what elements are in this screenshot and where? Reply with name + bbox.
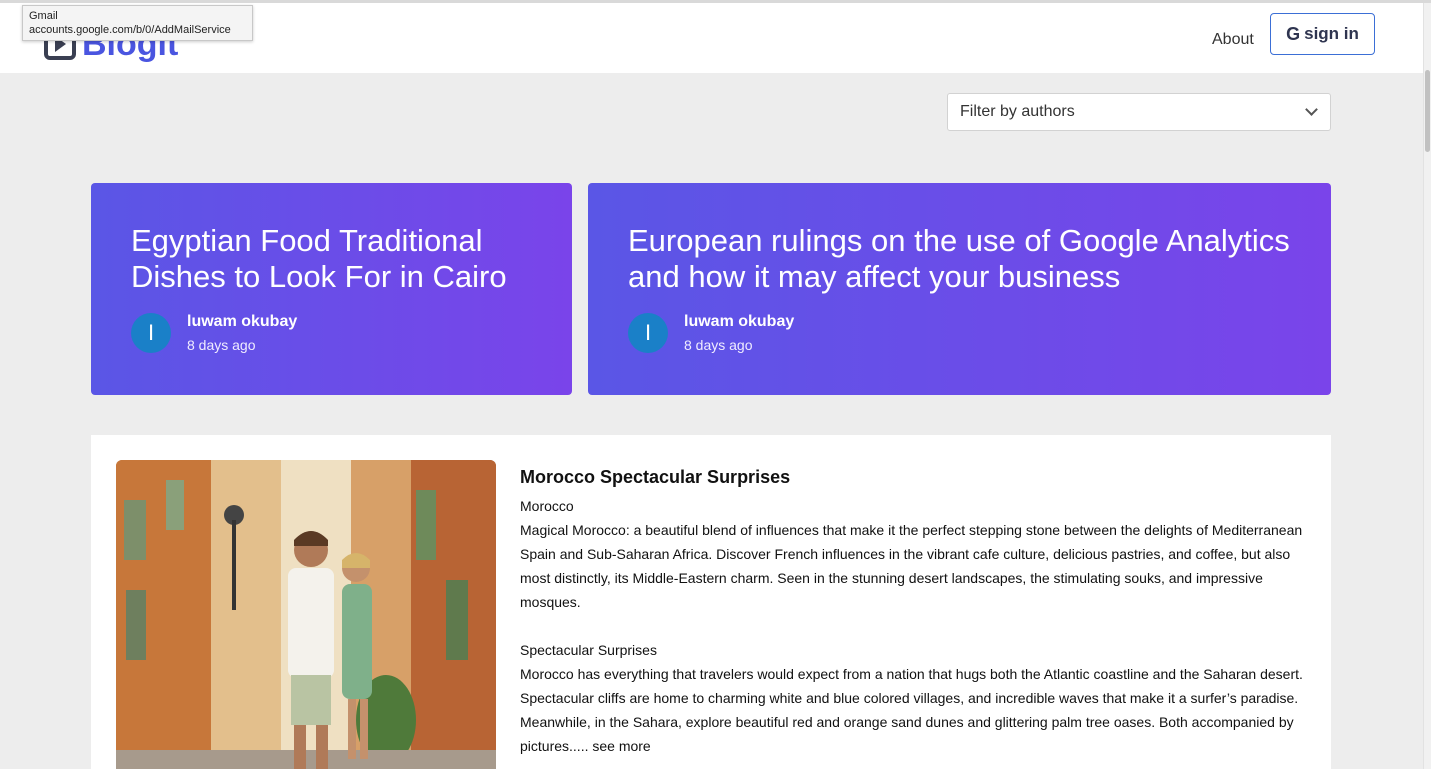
nav-about-link[interactable]: About	[1212, 31, 1254, 49]
post-paragraph: Morocco has everything that travelers wo…	[520, 666, 1303, 754]
post-title[interactable]: Morocco Spectacular Surprises	[520, 467, 1310, 488]
post-content: Morocco Spectacular Surprises Morocco Ma…	[520, 467, 1310, 758]
post-time: 8 days ago	[684, 337, 753, 353]
author-info: I luwam okubay 8 days ago	[628, 313, 794, 353]
featured-post-title[interactable]: European rulings on the use of Google An…	[628, 223, 1291, 295]
tooltip-title: Gmail	[29, 10, 58, 22]
post-time: 8 days ago	[187, 337, 256, 353]
post-text: Morocco Magical Morocco: a beautiful ble…	[520, 494, 1310, 758]
post-subtitle: Morocco	[520, 498, 574, 514]
sign-in-button[interactable]: G sign in	[1270, 13, 1375, 55]
featured-post-card[interactable]: Egyptian Food Traditional Dishes to Look…	[91, 183, 572, 395]
author-info: I luwam okubay 8 days ago	[131, 313, 297, 353]
tooltip-url: accounts.google.com/b/0/AddMailService	[29, 24, 231, 36]
post-paragraph: Magical Morocco: a beautiful blend of in…	[520, 522, 1303, 610]
featured-post-card[interactable]: European rulings on the use of Google An…	[588, 183, 1331, 395]
street-couple-illustration	[116, 460, 496, 769]
post-card[interactable]: Morocco Spectacular Surprises Morocco Ma…	[91, 435, 1331, 769]
featured-post-title[interactable]: Egyptian Food Traditional Dishes to Look…	[131, 223, 532, 295]
chevron-down-icon	[1305, 103, 1318, 116]
avatar: I	[131, 313, 171, 353]
post-subheading: Spectacular Surprises	[520, 642, 657, 658]
author-name: luwam okubay	[684, 313, 795, 330]
sign-in-label: sign in	[1304, 24, 1359, 43]
author-name: luwam okubay	[187, 313, 298, 330]
post-photo[interactable]	[116, 460, 496, 769]
avatar: I	[628, 313, 668, 353]
page-scrollbar-thumb[interactable]	[1425, 70, 1430, 152]
author-filter-select[interactable]: Filter by authors	[947, 93, 1331, 131]
google-icon: G	[1286, 23, 1301, 44]
filter-placeholder: Filter by authors	[960, 103, 1075, 120]
link-tooltip: Gmail accounts.google.com/b/0/AddMailSer…	[22, 5, 253, 41]
